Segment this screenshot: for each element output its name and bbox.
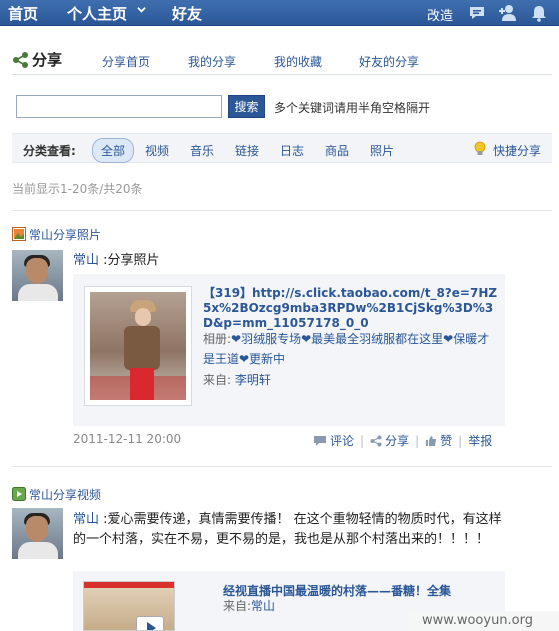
photo-legs — [130, 368, 154, 400]
tab-my-favorites[interactable]: 我的收藏 — [274, 53, 322, 70]
source-user-link[interactable]: 常山 — [251, 599, 275, 613]
source-info: 来自: 李明轩 — [203, 370, 495, 390]
share-icon — [13, 52, 28, 68]
watermark: www.wooyun.org — [407, 611, 559, 631]
search-button[interactable]: 搜索 — [228, 95, 265, 118]
add-friend-icon[interactable] — [498, 4, 518, 22]
tab-friend-shares[interactable]: 好友的分享 — [359, 53, 419, 70]
share-small-icon — [370, 435, 382, 447]
lightbulb-icon — [474, 141, 486, 155]
avatar-face — [26, 258, 48, 284]
avatar-face — [26, 516, 48, 542]
album-info: 相册:❤羽绒服专场❤最美最全羽绒服都在这里❤保暖才是王道❤更新中 — [203, 329, 495, 369]
feed-type-label[interactable]: 常山分享视频 — [29, 488, 101, 502]
source-info: 来自:常山 — [223, 597, 275, 614]
divider — [12, 74, 552, 75]
filter-video[interactable]: 视频 — [145, 142, 169, 159]
tab-my-shares[interactable]: 我的分享 — [188, 53, 236, 70]
page-title: 分享 — [32, 51, 63, 69]
share-button[interactable]: 分享 — [385, 434, 409, 448]
filter-all[interactable]: 全部 — [92, 138, 135, 163]
divider — [12, 466, 552, 467]
photo-icon — [12, 227, 26, 241]
feed-message: :分享照片 — [99, 253, 160, 268]
photo-face — [135, 308, 151, 326]
feed-item-type[interactable]: 常山分享照片 — [12, 226, 101, 243]
edit-link[interactable]: 改造 — [427, 5, 453, 24]
feed-message: :爱心需要传递，真情需要传播！ 在这个重物轻情的物质时代，有这样的一个村落，实在… — [73, 512, 502, 547]
like-button[interactable]: 赞 — [440, 434, 452, 448]
feed-text: 常山 :分享照片 — [73, 251, 513, 271]
filter-music[interactable]: 音乐 — [190, 142, 214, 159]
share-link-title[interactable]: 【319】http://s.click.taobao.com/t_8?e=7HZ… — [203, 286, 499, 331]
nav-friends[interactable]: 好友 — [172, 3, 202, 24]
action-separator: | — [360, 434, 365, 448]
album-link[interactable]: ❤羽绒服专场❤最美最全羽绒服都在这里❤保暖才是王道❤更新中 — [203, 332, 489, 366]
feed-user-link[interactable]: 常山 — [73, 253, 99, 268]
feed-user-link[interactable]: 常山 — [73, 512, 99, 527]
feed-text: 常山 :爱心需要传递，真情需要传播！ 在这个重物轻情的物质时代，有这样的一个村落… — [73, 510, 513, 550]
result-count: 当前显示1-20条/共20条 — [12, 182, 143, 196]
video-icon — [12, 487, 26, 501]
avatar[interactable] — [12, 250, 63, 301]
nav-profile[interactable]: 个人主页 — [67, 3, 127, 24]
video-thumbnail[interactable] — [83, 581, 175, 631]
photo-jacket — [124, 326, 160, 370]
comment-button[interactable]: 评论 — [330, 434, 354, 448]
feed-item-type[interactable]: 常山分享视频 — [12, 486, 101, 503]
feed-type-label[interactable]: 常山分享照片 — [29, 228, 101, 242]
report-button[interactable]: 举报 — [468, 434, 492, 448]
source-label: 来自: — [203, 373, 232, 387]
source-user-link[interactable]: 李明轩 — [235, 373, 271, 387]
filter-photo[interactable]: 照片 — [370, 142, 394, 159]
top-nav-bar: 首页 个人主页 好友 改造 — [0, 0, 559, 26]
timestamp: 2011-12-11 20:00 — [73, 432, 182, 446]
nav-home[interactable]: 首页 — [8, 3, 38, 24]
photo-thumbnail[interactable] — [84, 286, 192, 406]
category-filter-bar: 分类查看: 全部 视频 音乐 链接 日志 商品 照片 快捷分享 — [12, 133, 552, 163]
action-separator: | — [415, 434, 420, 448]
thumbs-up-icon — [426, 436, 437, 446]
filter-blog[interactable]: 日志 — [280, 142, 304, 159]
divider — [12, 210, 552, 211]
tab-share-home[interactable]: 分享首页 — [102, 53, 150, 70]
filter-label: 分类查看: — [23, 144, 76, 158]
search-hint: 多个关键词请用半角空格隔开 — [274, 101, 431, 115]
quick-share-link[interactable]: 快捷分享 — [493, 142, 541, 159]
source-label: 来自: — [223, 599, 252, 613]
avatar-shirt — [18, 284, 58, 301]
action-separator: | — [458, 434, 463, 448]
message-icon[interactable] — [468, 4, 486, 22]
album-label: 相册: — [203, 332, 232, 346]
share-card: 【319】http://s.click.taobao.com/t_8?e=7HZ… — [73, 274, 505, 426]
filter-goods[interactable]: 商品 — [325, 142, 349, 159]
feed-actions: 评论 | 分享 | 赞 | 举报 — [313, 432, 492, 449]
notification-bell-icon[interactable] — [530, 4, 548, 22]
comment-icon — [314, 436, 326, 446]
photo-image — [90, 292, 186, 400]
video-banner — [84, 582, 174, 588]
avatar-shirt — [18, 542, 58, 559]
search-input[interactable] — [16, 95, 222, 118]
play-icon[interactable] — [136, 616, 164, 630]
chevron-down-icon[interactable] — [137, 5, 146, 14]
filter-link[interactable]: 链接 — [235, 142, 259, 159]
avatar[interactable] — [12, 508, 63, 559]
